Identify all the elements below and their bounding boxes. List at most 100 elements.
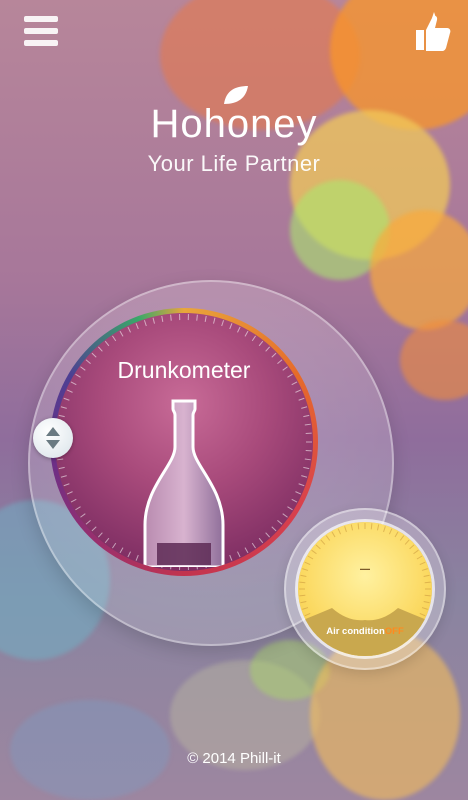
gauge-tick [58,414,65,418]
gauge-tick [331,531,336,538]
gauge-tick [301,475,308,478]
gauge-tick [127,326,131,333]
gauge-tick [85,520,91,525]
gauge-tick [135,323,139,330]
gauge-tick [80,513,86,518]
gauge-tick [60,406,67,409]
toggle-arrows-button[interactable] [33,418,73,458]
gauge-tick [97,346,103,352]
drunkometer-title: Drunkometer [117,357,251,383]
gauge-tick [287,506,293,511]
gauge-tick [161,315,164,322]
drunkometer-gauge[interactable]: Drunkometer [50,308,318,576]
gauge-tick [104,537,110,544]
gauge-tick [237,326,241,333]
gauge-tick [424,581,431,584]
air-condition-label-text: Air condition [326,626,385,637]
gauge-tick [97,532,103,538]
gauge-tick [60,475,67,478]
gauge-tick [221,320,225,327]
gauge-tick [350,524,354,531]
up-down-arrows-icon [46,427,60,449]
gauge-tick [265,346,271,352]
menu-button[interactable] [24,16,58,46]
app-logo: Hohoney Your Life Partner [0,84,468,177]
gauge-tick [58,466,65,470]
gauge-tick [258,537,264,544]
gauge-tick [299,594,306,597]
air-condition-gauge[interactable]: – Air conditionOFF [298,522,432,656]
gauge-tick [112,542,117,549]
gauge-tick [70,498,77,503]
gauge-tick [303,466,310,470]
gauge-tick [66,491,73,495]
gauge-tick [413,549,419,555]
gauge-tick [251,542,256,549]
gauge-tick [271,526,277,532]
gauge-tick [409,544,415,550]
logo-title: Hohoney [150,102,318,146]
gauge-tick [301,406,308,409]
gauge-tick [251,335,256,342]
hamburger-menu-icon [24,16,58,22]
gauge-tick [344,526,347,533]
gauge-tick [229,554,233,561]
air-condition-state: OFF [384,626,404,637]
gauge-tick [63,397,70,401]
gauge-tick [303,414,310,418]
gauge-tick [383,526,386,533]
gauge-tick [357,523,360,530]
gauge-tick [104,340,110,347]
gauge-tick [300,600,307,604]
gauge-tick [424,594,431,597]
gauge-tick [143,320,147,327]
gauge-tick [320,539,326,545]
gauge-tick [127,551,131,558]
gauge-tick [370,523,373,530]
gauge-tick [376,524,380,531]
logo-subtitle: Your Life Partner [147,151,321,176]
gauge-tick [404,539,410,545]
bokeh-blob [370,210,468,330]
gauge-tick [57,458,64,461]
copyright-footer: © 2014 Phill-it [187,750,281,767]
gauge-tick [325,535,331,541]
gauge-tick [237,551,241,558]
bokeh-blob [400,320,468,400]
like-button[interactable] [412,10,454,54]
gauge-tick [291,498,298,503]
gauge-tick [66,389,73,393]
gauge-tick [91,526,97,532]
gauge-tick [229,323,233,330]
gauge-tick [388,528,393,535]
gauge-tick [277,520,283,525]
air-condition-label: Air conditionOFF [298,626,432,637]
gauge-tick [295,389,302,393]
gauge-tick [75,506,81,511]
gauge-tick [423,600,430,604]
gauge-tick [170,314,172,321]
gauge-tick [298,483,305,487]
gauge-tick [152,317,155,324]
gauge-tick [282,513,288,518]
gauge-tick [299,581,306,584]
gauge-tick [394,531,399,538]
gauge-tick [135,554,139,561]
gauge-tick [311,549,317,555]
air-condition-value: – [359,558,370,578]
gauge-tick [213,317,216,324]
drunkometer-dial: Drunkometer [55,313,313,571]
gauge-tick [244,330,249,337]
gauge-tick [337,528,342,535]
gauge-tick [304,458,311,461]
gauge-tick [298,397,305,401]
thumbs-up-icon [416,12,451,51]
gauge-tick [119,330,124,337]
gauge-tick [315,544,321,550]
gauge-tick [204,315,207,322]
top-bar [0,0,468,70]
gauge-tick [63,483,70,487]
gauge-tick [399,535,405,541]
gauge-tick [258,340,264,347]
gauge-tick [304,423,311,426]
